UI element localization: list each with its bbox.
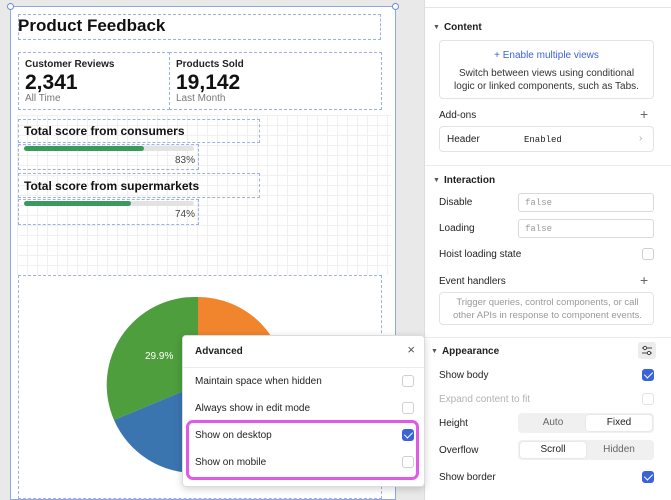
hoist-loading-checkbox[interactable] [642, 248, 654, 260]
always-show-edit-label: Always show in edit mode [195, 403, 311, 414]
caret-down-icon: ▼ [431, 348, 438, 355]
section-content[interactable]: ▼ Content [433, 22, 482, 33]
loading-label: Loading [439, 223, 475, 234]
section-interaction[interactable]: ▼ Interaction [433, 175, 495, 186]
event-handlers-empty: Trigger queries, control components, or … [439, 292, 654, 325]
maintain-space-label: Maintain space when hidden [195, 376, 322, 387]
show-body-checkbox[interactable] [642, 369, 654, 381]
style-settings-button[interactable] [638, 342, 656, 359]
popover-title: Advanced [195, 346, 243, 357]
disable-label: Disable [439, 197, 473, 208]
divider [183, 367, 424, 368]
highlight-annotation [186, 420, 419, 480]
addon-header-row[interactable]: Header Enabled › [439, 126, 654, 152]
multiple-views-card: + Enable multiple views Switch between v… [439, 40, 654, 99]
overflow-scroll-option[interactable]: Scroll [520, 442, 586, 458]
add-event-handler-icon[interactable]: + [640, 273, 648, 287]
show-body-label: Show body [439, 370, 489, 381]
section-title: Appearance [441, 346, 500, 357]
resize-handle[interactable] [7, 3, 14, 10]
caret-down-icon: ▼ [433, 24, 440, 31]
divider [425, 337, 671, 338]
multiple-views-description: Switch between views using conditional l… [454, 68, 639, 92]
event-handlers-label: Event handlers [439, 276, 506, 287]
height-auto-option[interactable]: Auto [520, 415, 586, 431]
sliders-icon [642, 345, 652, 356]
addons-label: Add-ons [439, 110, 477, 121]
overflow-label: Overflow [439, 445, 479, 456]
always-show-edit-checkbox[interactable] [402, 402, 414, 414]
add-addon-icon[interactable]: + [640, 107, 648, 121]
expand-content-label: Expand content to fit [439, 394, 531, 405]
height-fixed-option[interactable]: Fixed [586, 415, 652, 431]
panel-header-bar [425, 0, 671, 8]
chevron-right-icon: › [639, 133, 643, 144]
hoist-loading-label: Hoist loading state [439, 249, 522, 260]
loading-input[interactable]: false [518, 219, 654, 238]
properties-panel: ▼ Content + Enable multiple views Switch … [424, 0, 671, 500]
height-label: Height [439, 418, 468, 429]
show-border-checkbox[interactable] [642, 471, 654, 483]
enable-multiple-views-link[interactable]: + Enable multiple views [440, 50, 653, 61]
overflow-hidden-option[interactable]: Hidden [586, 442, 652, 458]
maintain-space-checkbox[interactable] [402, 375, 414, 387]
disable-input[interactable]: false [518, 193, 654, 212]
overflow-segmented-control[interactable]: Scroll Hidden [518, 440, 654, 460]
height-segmented-control[interactable]: Auto Fixed [518, 413, 654, 433]
caret-down-icon: ▼ [433, 177, 440, 184]
show-border-label: Show border [439, 472, 496, 483]
addon-header-value: Enabled [524, 135, 562, 145]
expand-content-checkbox[interactable] [642, 393, 654, 405]
resize-handle[interactable] [392, 3, 399, 10]
section-title: Content [443, 22, 482, 33]
section-title: Interaction [443, 175, 496, 186]
pie-label: 29.9% [145, 351, 173, 362]
close-icon[interactable]: × [407, 342, 415, 357]
addon-header-label: Header [447, 134, 480, 145]
event-handlers-hint: Trigger queries, control components, or … [452, 297, 643, 321]
section-appearance[interactable]: ▼ Appearance [431, 346, 499, 357]
divider [425, 165, 671, 166]
